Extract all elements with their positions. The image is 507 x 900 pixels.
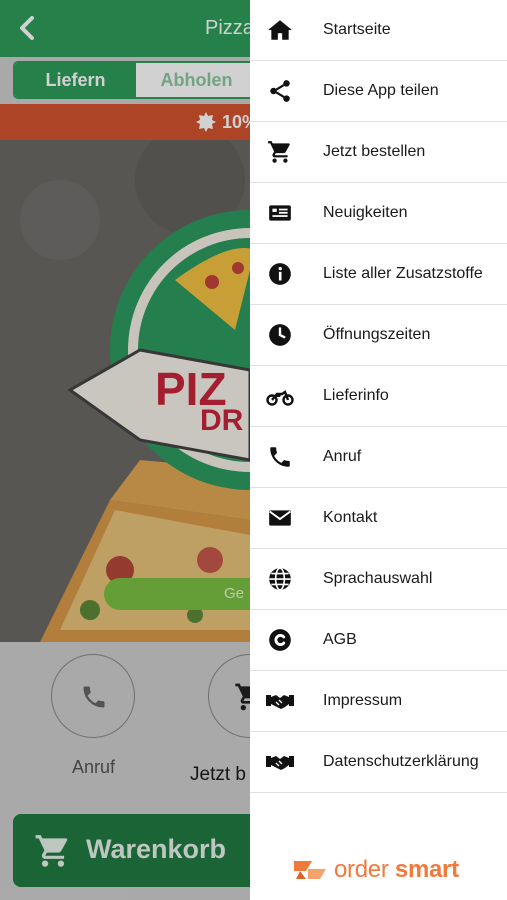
menu-item-language[interactable]: Sprachauswahl [250,549,507,610]
menu-item-label: Startseite [323,21,391,38]
menu-item-label: Liste aller Zusatzstoffe [323,265,483,282]
menu-item-news[interactable]: Neuigkeiten [250,183,507,244]
menu-item-label: Sprachauswahl [323,570,433,587]
phone-icon [270,447,290,467]
menu-item-label: Kontakt [323,509,378,526]
menu-item-opening-hours[interactable]: Öffnungszeiten [250,305,507,366]
menu-item-share[interactable]: Diese App teilen [250,61,507,122]
menu-item-call[interactable]: Anruf [250,427,507,488]
menu-item-label: Impressum [323,692,403,709]
handshake-icon [266,756,294,770]
menu-item-label: Lieferinfo [323,387,389,404]
clock-icon [269,324,291,346]
ordersmart-logo: order smart [292,855,462,885]
brand-word-smart: smart [394,856,459,883]
brand-word-order: order [334,856,389,883]
globe-icon [269,567,291,591]
menu-item-contact[interactable]: Kontakt [250,488,507,549]
menu-item-label: Jetzt bestellen [323,143,426,160]
info-icon [269,263,291,285]
ordersmart-logo-icon [294,861,326,879]
news-icon [269,205,291,221]
menu-item-label: Öffnungszeiten [323,326,431,343]
menu-item-label: AGB [323,631,357,648]
drawer-menu: Startseite Diese App teilen Jetzt bestel… [250,0,507,793]
menu-item-order[interactable]: Jetzt bestellen [250,122,507,183]
menu-item-imprint[interactable]: Impressum [250,671,507,732]
menu-item-privacy[interactable]: Datenschutzerklärung [250,732,507,793]
menu-item-label: Datenschutzerklärung [323,753,479,770]
menu-item-delivery-info[interactable]: Lieferinfo [250,366,507,427]
menu-item-additives[interactable]: Liste aller Zusatzstoffe [250,244,507,305]
share-icon [270,80,290,102]
home-icon [268,20,292,40]
menu-item-label: Anruf [323,448,362,465]
menu-item-label: Neuigkeiten [323,204,408,221]
handshake-icon [266,695,294,709]
brand-text: order smart [334,856,459,884]
menu-item-label: Diese App teilen [323,82,439,99]
cart-icon [268,141,290,163]
envelope-icon [269,510,291,526]
menu-item-startseite[interactable]: Startseite [250,0,507,61]
motorcycle-icon [266,390,294,406]
navigation-drawer: Startseite Diese App teilen Jetzt bestel… [250,0,507,900]
menu-item-agb[interactable]: AGB [250,610,507,671]
copyright-icon [269,629,291,651]
